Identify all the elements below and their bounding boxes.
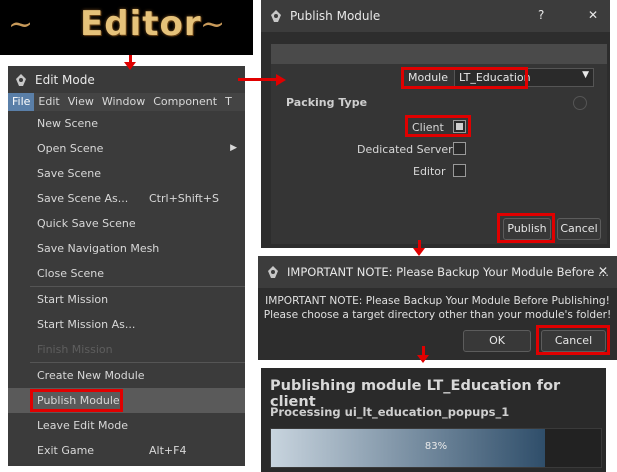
- highlight-box: [401, 67, 528, 89]
- highlight-box: [30, 389, 123, 412]
- progress-bar: 83%: [270, 428, 602, 468]
- option-dedicated-server-label: Dedicated Server: [357, 143, 453, 156]
- menu-item-create-new-module[interactable]: Create New Module: [8, 363, 245, 388]
- menu-window[interactable]: Window: [98, 93, 149, 111]
- menu-item-quick-save-scene[interactable]: Quick Save Scene: [8, 211, 245, 236]
- arrow-down-icon: [124, 62, 136, 70]
- highlight-box: [497, 213, 555, 243]
- option-editor-label: Editor: [413, 165, 446, 178]
- menu-item-start-mission[interactable]: Start Mission: [8, 287, 245, 312]
- arrow-right-icon: [276, 74, 286, 86]
- message-line: IMPORTANT NOTE: Please Backup Your Modul…: [265, 295, 610, 307]
- menu-item-publish-module[interactable]: Publish Module: [8, 388, 245, 413]
- menu-item-label: Leave Edit Mode: [37, 419, 128, 432]
- message-line: Please choose a target directory other t…: [263, 309, 612, 321]
- menu-item-new-scene[interactable]: New Scene: [8, 111, 245, 136]
- app-icon: [16, 73, 26, 86]
- arrow-down-icon: [417, 355, 429, 363]
- menu-item-label: Exit Game: [37, 444, 95, 457]
- menu-item-label: Start Mission As...: [37, 318, 136, 331]
- edit-mode-titlebar: Edit Mode: [8, 66, 245, 93]
- menu-item-label: New Scene: [37, 117, 99, 130]
- help-icon[interactable]: ?: [538, 8, 544, 22]
- menu-item-close-scene[interactable]: Close Scene: [8, 261, 245, 286]
- menu-item-save-scene-as[interactable]: Save Scene As... Ctrl+Shift+S: [8, 186, 245, 211]
- right-ornament-icon: ~: [200, 7, 226, 42]
- menubar: File Edit View Window Component T: [8, 93, 245, 111]
- close-icon[interactable]: ✕: [598, 264, 608, 278]
- chevron-down-icon: ▼: [582, 70, 589, 80]
- menu-item-save-scene[interactable]: Save Scene: [8, 161, 245, 186]
- edit-mode-window: Edit Mode File Edit View Window Componen…: [8, 66, 245, 466]
- app-icon: [268, 266, 278, 278]
- menu-item-label: Save Scene: [37, 167, 102, 180]
- dialog-title: Publish Module: [290, 9, 381, 23]
- backup-note-dialog: IMPORTANT NOTE: Please Backup Your Modul…: [258, 256, 617, 360]
- close-icon[interactable]: ✕: [588, 8, 598, 22]
- menu-item-label: Start Mission: [37, 293, 109, 306]
- menu-item-start-mission-as[interactable]: Start Mission As...: [8, 312, 245, 337]
- menu-item-leave-edit-mode[interactable]: Leave Edit Mode: [8, 413, 245, 438]
- arrow-line: [238, 78, 278, 81]
- menu-edit[interactable]: Edit: [34, 93, 63, 111]
- banner-title: Editor: [80, 4, 202, 44]
- menu-item-finish-mission: Finish Mission: [8, 337, 245, 362]
- backup-dialog-titlebar: IMPORTANT NOTE: Please Backup Your Modul…: [258, 256, 617, 288]
- menu-item-label: Finish Mission: [37, 343, 113, 356]
- publish-module-dialog: Publish Module ? ✕ Module LT_Education ▼…: [261, 0, 610, 248]
- menu-item-label: Save Navigation Mesh: [37, 242, 160, 255]
- progress-status: Processing ui_lt_education_popups_1: [270, 405, 510, 419]
- info-icon: [573, 96, 587, 110]
- menu-item-open-scene[interactable]: Open Scene ▶: [8, 136, 245, 161]
- menu-view[interactable]: View: [64, 93, 98, 111]
- menu-item-label: Create New Module: [37, 369, 145, 382]
- publishing-progress-panel: Publishing module LT_Education for clien…: [261, 368, 606, 472]
- ok-button[interactable]: OK: [463, 330, 531, 352]
- highlight-box: [405, 115, 471, 137]
- menu-item-exit-game[interactable]: Exit Game Alt+F4: [8, 438, 245, 463]
- app-icon: [271, 10, 281, 22]
- left-ornament-icon: ~: [8, 7, 34, 42]
- publish-dialog-titlebar: Publish Module ? ✕: [261, 0, 610, 32]
- file-menu: New Scene Open Scene ▶ Save Scene Save Sc…: [8, 111, 245, 463]
- dialog-header-strip: [271, 44, 607, 64]
- submenu-arrow-icon: ▶: [230, 143, 237, 153]
- packing-type-label: Packing Type: [286, 96, 368, 109]
- arrow-down-icon: [413, 248, 425, 256]
- highlight-box: [536, 325, 610, 355]
- menu-more[interactable]: T: [221, 93, 236, 111]
- dialog-title: IMPORTANT NOTE: Please Backup Your Modul…: [287, 265, 609, 279]
- dedicated-server-checkbox[interactable]: [453, 142, 466, 155]
- menu-item-label: Close Scene: [37, 267, 104, 280]
- menu-item-shortcut: Alt+F4: [149, 444, 187, 457]
- editor-checkbox[interactable]: [453, 164, 466, 177]
- publish-dialog-body: Module LT_Education ▼ Packing Type Clien…: [271, 64, 607, 244]
- menu-item-shortcut: Ctrl+Shift+S: [149, 192, 219, 205]
- progress-label: 83%: [424, 441, 448, 452]
- menu-file[interactable]: File: [8, 93, 35, 111]
- menu-item-label: Save Scene As...: [37, 192, 129, 205]
- menu-component[interactable]: Component: [149, 93, 221, 111]
- editor-banner: ~ Editor ~: [0, 0, 253, 55]
- backup-message: IMPORTANT NOTE: Please Backup Your Modul…: [258, 288, 617, 322]
- menu-item-save-navigation-mesh[interactable]: Save Navigation Mesh: [8, 236, 245, 261]
- window-title: Edit Mode: [35, 72, 95, 87]
- menu-item-label: Quick Save Scene: [37, 217, 136, 230]
- menu-item-label: Open Scene: [37, 142, 104, 155]
- cancel-button[interactable]: Cancel: [557, 218, 601, 240]
